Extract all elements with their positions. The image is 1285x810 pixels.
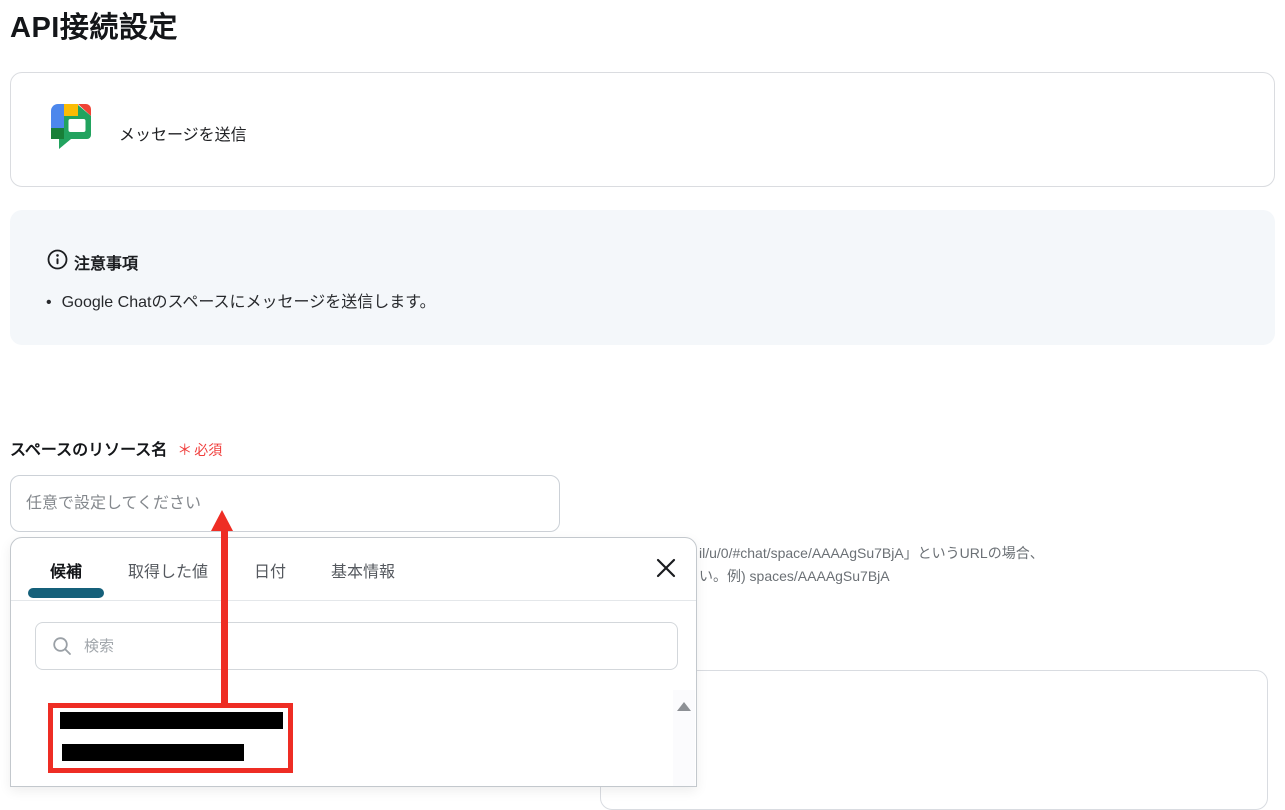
- tab-retrieved-values[interactable]: 取得した値: [128, 558, 208, 582]
- close-icon: [656, 558, 676, 578]
- annotation-arrow-shaft: [221, 530, 228, 705]
- popup-tab-bar: 候補 取得した値 日付 基本情報: [11, 538, 696, 601]
- notice-title: 注意事項: [74, 256, 139, 273]
- annotation-highlight-box: [48, 703, 293, 773]
- service-card[interactable]: メッセージを送信: [10, 72, 1275, 187]
- popup-search-input[interactable]: [82, 636, 677, 656]
- tab-date[interactable]: 日付: [254, 558, 286, 582]
- space-resource-name-input[interactable]: [10, 475, 560, 532]
- popup-scrollbar[interactable]: [673, 690, 695, 786]
- search-icon: [52, 636, 72, 656]
- info-icon: [47, 249, 68, 270]
- field-label-row: スペースのリソース名 ＊必須: [10, 436, 222, 460]
- notice-box: 注意事項 • Google Chatのスペースにメッセージを送信します。: [10, 210, 1275, 345]
- notice-item-text: Google Chatのスペースにメッセージを送信します。: [61, 294, 436, 311]
- field-label: スペースのリソース名: [10, 442, 168, 459]
- tab-basic-info[interactable]: 基本情報: [331, 558, 395, 582]
- google-chat-icon: [51, 104, 91, 150]
- required-asterisk: ＊: [177, 442, 193, 459]
- notice-item: • Google Chatのスペースにメッセージを送信します。: [46, 288, 436, 312]
- help-text-line-2: い。例) spaces/AAAAgSu7BjA: [699, 568, 890, 584]
- bullet-icon: •: [46, 294, 52, 311]
- scroll-up-arrow-icon[interactable]: [677, 702, 691, 711]
- message-body-field[interactable]: [600, 670, 1268, 810]
- service-card-label: メッセージを送信: [119, 127, 247, 144]
- close-button[interactable]: [648, 550, 684, 586]
- tab-candidates[interactable]: 候補: [50, 558, 82, 582]
- help-text-line-1: il/u/0/#chat/space/AAAAgSu7BjA」というURLの場合…: [699, 545, 1044, 561]
- popup-search-box[interactable]: [35, 622, 678, 670]
- required-badge: 必須: [194, 442, 223, 458]
- active-tab-underline: [28, 588, 104, 598]
- page-title: API接続設定: [10, 12, 178, 44]
- annotation-arrow-head-icon: [211, 510, 233, 531]
